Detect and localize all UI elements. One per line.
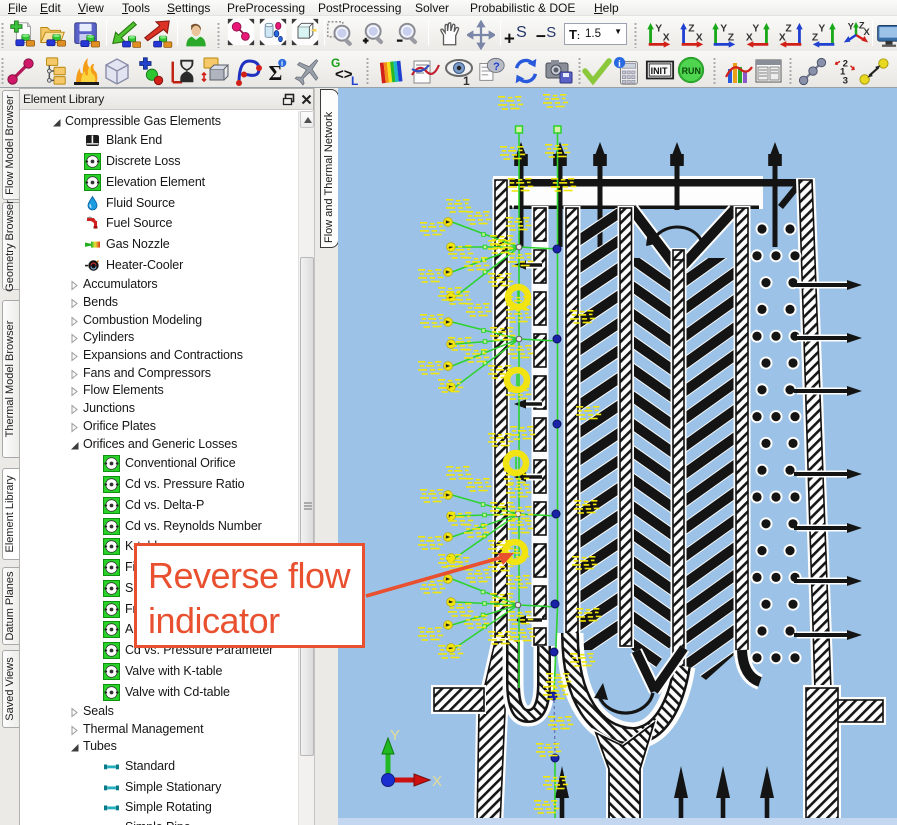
svg-text:Z: Z xyxy=(812,33,818,44)
svg-text:X: X xyxy=(663,33,670,44)
svg-text:1: 1 xyxy=(463,74,470,87)
svg-text:−: − xyxy=(536,26,546,46)
svg-text:i: i xyxy=(618,59,621,69)
svg-text:Y: Y xyxy=(848,21,855,31)
svg-text:Z: Z xyxy=(785,23,791,34)
svg-text:Y: Y xyxy=(655,23,662,34)
svg-text:+: + xyxy=(504,27,515,48)
svg-text:Y: Y xyxy=(390,727,400,744)
svg-text:X: X xyxy=(779,33,786,44)
svg-text:X: X xyxy=(746,33,753,44)
svg-text:Y: Y xyxy=(818,23,825,34)
svg-text:RUN: RUN xyxy=(682,66,701,76)
svg-text:Z: Z xyxy=(688,23,694,34)
svg-text:X: X xyxy=(696,33,703,44)
svg-text:INIT: INIT xyxy=(651,66,668,76)
svg-text:i: i xyxy=(281,59,283,68)
svg-text:?: ? xyxy=(493,61,500,73)
svg-text:S: S xyxy=(546,25,556,41)
svg-text:X: X xyxy=(432,773,442,790)
svg-text:3: 3 xyxy=(843,75,848,86)
svg-text:Y: Y xyxy=(752,23,759,34)
svg-text:L: L xyxy=(351,74,358,87)
svg-text:X: X xyxy=(864,27,871,37)
svg-text:Y: Y xyxy=(720,23,727,34)
svg-text:Z: Z xyxy=(728,33,734,44)
svg-text:S: S xyxy=(516,24,527,41)
